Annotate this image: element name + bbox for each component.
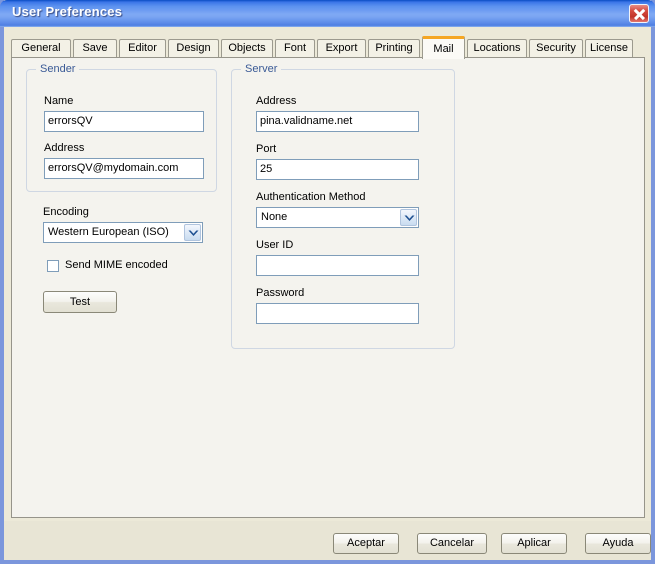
tab-objects[interactable]: Objects [221, 39, 273, 58]
auth-method-select[interactable]: None [256, 207, 419, 228]
dialog-footer: Aceptar Cancelar Aplicar Ayuda [4, 521, 651, 560]
tab-locations[interactable]: Locations [467, 39, 527, 58]
password-label: Password [256, 287, 305, 299]
encoding-label: Encoding [43, 206, 89, 218]
apply-button[interactable]: Aplicar [501, 533, 567, 554]
sender-address-input[interactable]: errorsQV@mydomain.com [44, 158, 204, 179]
accept-button[interactable]: Aceptar [333, 533, 399, 554]
cancel-button[interactable]: Cancelar [417, 533, 487, 554]
send-mime-encoded-label: Send MIME encoded [65, 259, 168, 271]
tab-strip: General Save Editor Design Objects Font … [11, 36, 633, 59]
sender-name-input[interactable]: errorsQV [44, 111, 204, 132]
chevron-down-icon[interactable] [400, 209, 417, 226]
tab-content-panel: Sender Name errorsQV Address errorsQV@my… [11, 57, 645, 518]
server-group-legend: Server [241, 63, 282, 75]
sender-name-label: Name [44, 95, 74, 107]
help-button[interactable]: Ayuda [585, 533, 651, 554]
window-title: User Preferences [12, 4, 123, 19]
tab-general[interactable]: General [11, 39, 71, 58]
tab-mail[interactable]: Mail [422, 36, 465, 59]
checkbox-box[interactable] [47, 260, 59, 272]
tab-design[interactable]: Design [168, 39, 219, 58]
sender-group-legend: Sender [36, 63, 80, 75]
user-id-input[interactable] [256, 255, 419, 276]
user-preferences-dialog: User Preferences General Save Editor Des… [0, 0, 655, 564]
chevron-down-icon[interactable] [184, 224, 201, 241]
tab-printing[interactable]: Printing [368, 39, 420, 58]
tab-save[interactable]: Save [73, 39, 117, 58]
tab-editor[interactable]: Editor [119, 39, 166, 58]
server-port-label: Port [256, 143, 277, 155]
sender-group: Sender Name errorsQV Address errorsQV@my… [26, 63, 217, 192]
encoding-selected-value: Western European (ISO) [48, 226, 169, 238]
password-input[interactable] [256, 303, 419, 324]
tab-security[interactable]: Security [529, 39, 583, 58]
tab-license[interactable]: License [585, 39, 633, 58]
server-group: Server Address pina.validname.net Port 2… [231, 63, 455, 349]
encoding-select[interactable]: Western European (ISO) [43, 222, 203, 243]
sender-address-label: Address [44, 142, 85, 154]
close-icon[interactable] [629, 4, 649, 23]
auth-method-selected-value: None [261, 211, 288, 223]
auth-method-label: Authentication Method [256, 191, 366, 203]
tab-export[interactable]: Export [317, 39, 366, 58]
server-address-input[interactable]: pina.validname.net [256, 111, 419, 132]
server-port-input[interactable]: 25 [256, 159, 419, 180]
tab-font[interactable]: Font [275, 39, 315, 58]
user-id-label: User ID [256, 239, 294, 251]
title-bar: User Preferences [0, 0, 655, 27]
server-address-label: Address [256, 95, 297, 107]
test-button[interactable]: Test [43, 291, 117, 313]
